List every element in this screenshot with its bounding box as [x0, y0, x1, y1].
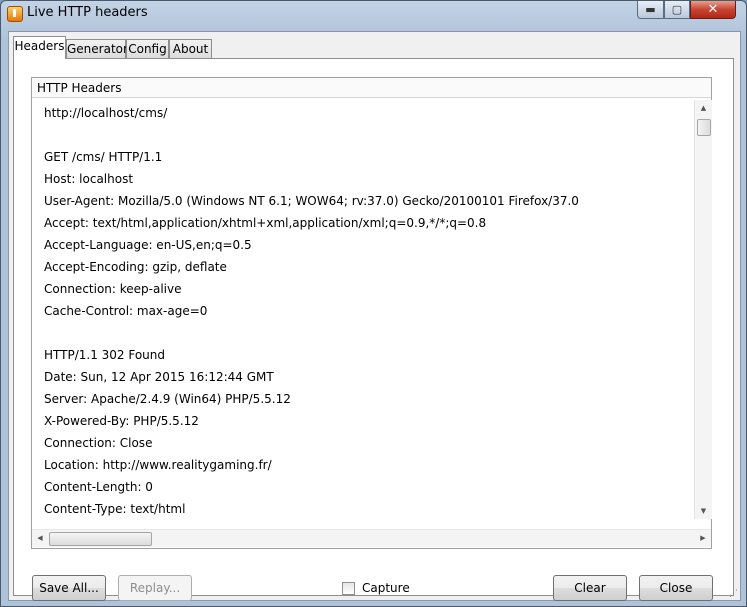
scroll-left-arrow-icon[interactable]: ◀ [32, 530, 48, 547]
tab-config[interactable]: Config [126, 39, 169, 58]
maximize-button[interactable]: ▢ [664, 1, 690, 19]
client-area: Headers Generator Config About HTTP Head… [8, 31, 741, 601]
header-line[interactable]: http://localhost/cms/ [44, 102, 694, 124]
app-window: Live HTTP headers ▬ ▢ ✕ Headers Generato… [0, 0, 747, 607]
header-line[interactable]: Connection: keep-alive [44, 278, 694, 300]
header-line[interactable]: Server: Apache/2.4.9 (Win64) PHP/5.5.12 [44, 388, 694, 410]
capture-checkbox-box[interactable] [342, 581, 355, 595]
close-icon: ✕ [707, 2, 719, 17]
header-line[interactable] [44, 124, 694, 146]
tab-headers[interactable]: Headers [13, 36, 66, 59]
header-line[interactable]: X-Powered-By: PHP/5.5.12 [44, 410, 694, 432]
minimize-icon: ▬ [645, 3, 656, 16]
horizontal-scroll-thumb[interactable] [49, 532, 152, 546]
vertical-scrollbar[interactable]: ▲ ▼ [694, 100, 712, 519]
header-lines: http://localhost/cms/GET /cms/ HTTP/1.1 H… [44, 102, 694, 520]
clear-button[interactable]: Clear [553, 575, 627, 601]
header-line[interactable]: Date: Sun, 12 Apr 2015 16:12:44 GMT [44, 366, 694, 388]
header-line[interactable] [44, 322, 694, 344]
capture-label: Capture [362, 581, 410, 595]
header-line[interactable]: Connection: Close [44, 432, 694, 454]
header-line[interactable]: Content-Length: 0 [44, 476, 694, 498]
app-icon [7, 6, 23, 22]
tab-about[interactable]: About [169, 39, 212, 58]
scroll-right-arrow-icon[interactable]: ▶ [695, 530, 711, 547]
http-headers-column-header[interactable]: HTTP Headers [32, 78, 711, 98]
header-line[interactable]: Host: localhost [44, 168, 694, 190]
resize-grip-icon[interactable]: ⋰ [729, 589, 741, 601]
maximize-icon: ▢ [671, 3, 683, 16]
scroll-down-arrow-icon[interactable]: ▼ [695, 503, 712, 519]
tab-generator[interactable]: Generator [66, 39, 128, 58]
capture-checkbox[interactable]: Capture [342, 580, 410, 596]
horizontal-scrollbar[interactable]: ◀ ▶ [32, 529, 711, 547]
header-line[interactable]: User-Agent: Mozilla/5.0 (Windows NT 6.1;… [44, 190, 694, 212]
header-line[interactable]: Accept: text/html,application/xhtml+xml,… [44, 212, 694, 234]
header-line[interactable]: GET /cms/ HTTP/1.1 [44, 146, 694, 168]
window-close-button[interactable]: ✕ [690, 1, 736, 19]
window-title: Live HTTP headers [27, 5, 148, 20]
header-line[interactable]: Location: http://www.realitygaming.fr/ [44, 454, 694, 476]
minimize-button[interactable]: ▬ [637, 1, 664, 19]
close-button[interactable]: Close [639, 575, 713, 601]
vertical-scroll-thumb[interactable] [697, 119, 711, 136]
headers-tab-panel: HTTP Headers http://localhost/cms/GET /c… [13, 58, 734, 601]
header-line[interactable]: Accept-Encoding: gzip, deflate [44, 256, 694, 278]
header-line[interactable]: Accept-Language: en-US,en;q=0.5 [44, 234, 694, 256]
replay-button[interactable]: Replay... [118, 575, 192, 601]
header-line[interactable]: HTTP/1.1 302 Found [44, 344, 694, 366]
header-line[interactable]: Cache-Control: max-age=0 [44, 300, 694, 322]
header-line[interactable]: Content-Type: text/html [44, 498, 694, 520]
scroll-up-arrow-icon[interactable]: ▲ [695, 100, 712, 116]
save-all-button[interactable]: Save All... [32, 575, 106, 601]
title-bar[interactable]: Live HTTP headers ▬ ▢ ✕ [1, 1, 746, 27]
http-headers-list[interactable]: HTTP Headers http://localhost/cms/GET /c… [31, 77, 712, 549]
